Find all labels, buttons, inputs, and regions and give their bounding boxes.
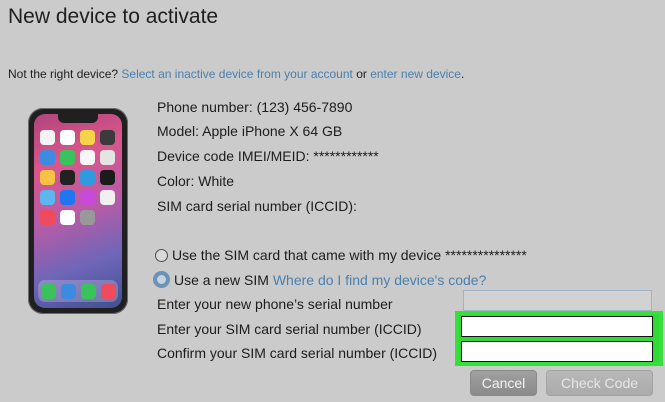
app-icon: [60, 190, 75, 205]
phone-serial-label: Enter your new phone’s serial number: [157, 296, 393, 312]
app-icon: [40, 130, 55, 145]
wrong-device-or: or: [352, 67, 371, 81]
app-icon: [80, 210, 95, 225]
app-icon: [40, 190, 55, 205]
app-icon: [100, 130, 115, 145]
app-icon: [80, 130, 95, 145]
device-code-text: Device code IMEI/MEID: ************: [157, 148, 379, 164]
app-icon: [80, 150, 95, 165]
app-icon: [40, 150, 55, 165]
phone-notch: [58, 114, 98, 123]
app-icon-grid: [40, 130, 116, 225]
app-icon: [60, 150, 75, 165]
same-sim-radio[interactable]: [155, 248, 168, 262]
app-icon: [80, 170, 95, 185]
app-icon: [60, 130, 75, 145]
use-same-sim-option[interactable]: Use the SIM card that came with my devic…: [155, 247, 527, 263]
enter-new-device-link[interactable]: enter new device: [370, 67, 461, 81]
app-icon: [100, 190, 115, 205]
messages-app-icon: [80, 283, 96, 299]
phone-dock: [38, 280, 118, 302]
app-icon: [60, 210, 75, 225]
phone-serial-input[interactable]: [463, 290, 652, 311]
confirm-sim-label: Confirm your SIM card serial number (ICC…: [157, 345, 438, 361]
phone-screen: [34, 114, 122, 308]
wrong-device-suffix: .: [460, 67, 465, 81]
new-sim-radio[interactable]: [153, 271, 170, 288]
confirm-sim-input[interactable]: [461, 341, 653, 362]
phone-number-text: Phone number: (123) 456-7890: [157, 99, 353, 115]
color-text: Color: White: [157, 173, 235, 189]
sim-serial-label: Enter your SIM card serial number (ICCID…: [157, 321, 422, 337]
iphone-image: [28, 108, 128, 314]
use-new-sim-option[interactable]: Use a new SIM Where do I find my device'…: [153, 271, 487, 288]
app-icon: [40, 170, 55, 185]
app-icon: [100, 170, 115, 185]
same-sim-label: Use the SIM card that came with my devic…: [172, 247, 527, 263]
sim-serial-text: SIM card serial number (ICCID):: [157, 198, 357, 214]
sim-serial-input[interactable]: [461, 316, 653, 337]
device-code-help-link[interactable]: Where do I find my device's code?: [273, 272, 487, 288]
cancel-button[interactable]: Cancel: [470, 370, 537, 396]
app-icon: [40, 210, 55, 225]
music-app-icon: [100, 283, 116, 299]
check-code-button[interactable]: Check Code: [546, 370, 653, 396]
safari-app-icon: [60, 283, 76, 299]
page-title: New device to activate: [8, 5, 219, 28]
model-text: Model: Apple iPhone X 64 GB: [157, 123, 343, 139]
app-icon: [100, 150, 115, 165]
phone-app-icon: [40, 283, 56, 299]
new-sim-label: Use a new SIM: [174, 271, 269, 288]
app-icon: [80, 190, 95, 205]
select-inactive-device-link[interactable]: Select an inactive device from your acco…: [121, 67, 352, 81]
app-icon: [60, 170, 75, 185]
wrong-device-prefix: Not the right device?: [8, 67, 122, 81]
wrong-device-line: Not the right device? Select an inactive…: [8, 67, 464, 81]
